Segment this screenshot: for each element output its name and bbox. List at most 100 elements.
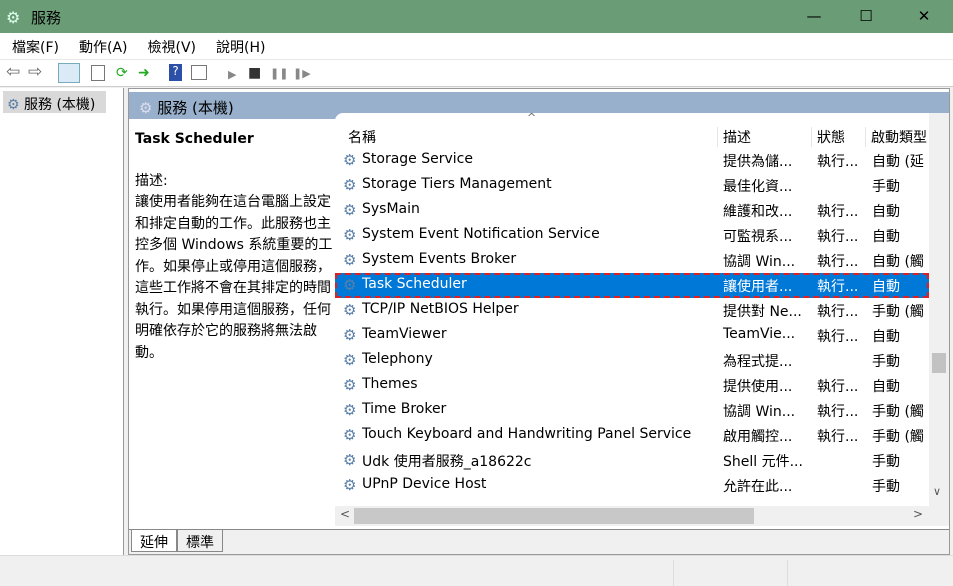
service-row[interactable]: ⚙ UPnP Device Host 允許在此... 手動 xyxy=(335,473,929,498)
service-name: Storage Service xyxy=(362,151,473,167)
service-gear-icon: ⚙ xyxy=(343,476,357,494)
sort-ascending-icon: ^ xyxy=(527,113,537,124)
service-description: 提供對 Ne... xyxy=(723,304,802,320)
service-row[interactable]: ⚙ Storage Service 提供為儲... 執行... 自動 (延 xyxy=(335,148,929,173)
service-description: 協調 Win... xyxy=(723,404,796,420)
services-list: ^ 名稱 描述 狀態 啟動類型 ⚙ Storage Service 提供為儲..… xyxy=(335,113,929,507)
forward-icon[interactable]: ⇨ xyxy=(28,62,42,82)
service-gear-icon: ⚙ xyxy=(343,176,357,194)
gear-icon: ⚙ xyxy=(7,97,20,113)
help-icon[interactable]: ? xyxy=(169,64,182,81)
status-bar xyxy=(0,555,953,586)
menu-help[interactable]: 說明(H) xyxy=(204,33,273,59)
service-row[interactable]: ⚙ Telephony 為程式提... 手動 xyxy=(335,348,929,373)
service-row[interactable]: ⚙ Touch Keyboard and Handwriting Panel S… xyxy=(335,423,929,448)
column-description[interactable]: 描述 xyxy=(717,127,751,147)
service-startup-type: 手動 (觸 xyxy=(872,429,924,445)
service-gear-icon: ⚙ xyxy=(343,301,357,319)
service-row[interactable]: ⚙ Time Broker 協調 Win... 執行... 手動 (觸 xyxy=(335,398,929,423)
service-description: 維護和改... xyxy=(723,204,793,220)
resume-service-icon[interactable]: ❚▶ xyxy=(293,67,311,80)
horizontal-scrollbar[interactable]: < > xyxy=(335,506,949,526)
service-row[interactable]: ⚙ Udk 使用者服務_a18622c Shell 元件... 手動 xyxy=(335,448,929,473)
service-description: 協調 Win... xyxy=(723,254,796,270)
service-row[interactable]: ⚙ Task Scheduler 讓使用者... 執行... 自動 xyxy=(335,273,929,298)
tab-standard[interactable]: 標準 xyxy=(177,530,223,552)
service-description: Shell 元件... xyxy=(723,454,803,470)
start-service-icon[interactable]: ▶ xyxy=(228,68,236,81)
service-status: 執行... xyxy=(817,329,859,345)
scroll-right-icon[interactable]: > xyxy=(913,507,923,521)
service-description: 最佳化資... xyxy=(723,179,793,195)
service-gear-icon: ⚙ xyxy=(343,201,357,219)
service-gear-icon: ⚙ xyxy=(343,151,357,169)
service-description: 提供使用... xyxy=(723,379,793,395)
service-startup-type: 手動 (觸 xyxy=(872,304,924,320)
menu-bar: 檔案(F) 動作(A) 檢視(V) 說明(H) xyxy=(0,33,953,59)
menu-action[interactable]: 動作(A) xyxy=(67,33,136,59)
close-button[interactable]: ✕ xyxy=(901,0,947,33)
service-startup-type: 自動 (延 xyxy=(872,154,924,170)
service-row[interactable]: ⚙ System Events Broker 協調 Win... 執行... 自… xyxy=(335,248,929,273)
description-pane: Task Scheduler 描述: 讓使用者能夠在這台電腦上設定和排定自動的工… xyxy=(135,129,335,364)
service-name: System Event Notification Service xyxy=(362,226,600,242)
service-description: 提供為儲... xyxy=(723,154,793,170)
service-startup-type: 手動 (觸 xyxy=(872,404,924,420)
service-row[interactable]: ⚙ SysMain 維護和改... 執行... 自動 xyxy=(335,198,929,223)
export-list-icon[interactable]: ➜ xyxy=(138,65,150,81)
window-title: 服務 xyxy=(31,9,62,27)
service-gear-icon: ⚙ xyxy=(343,251,357,269)
minimize-button[interactable]: — xyxy=(791,0,837,33)
service-description: 啟用觸控... xyxy=(723,429,793,445)
service-name: TeamViewer xyxy=(362,326,447,342)
stop-service-icon[interactable]: ■ xyxy=(248,65,261,81)
tree-item-services-local[interactable]: ⚙ 服務 (本機) xyxy=(3,91,106,113)
service-gear-icon: ⚙ xyxy=(343,426,357,444)
show-hide-console-tree-icon[interactable] xyxy=(58,63,80,83)
column-status[interactable]: 狀態 xyxy=(811,127,845,147)
panel-title: 服務 (本機) xyxy=(157,99,234,117)
refresh-icon[interactable]: ⟳ xyxy=(116,65,128,81)
scroll-left-icon[interactable]: < xyxy=(340,507,350,521)
service-row[interactable]: ⚙ TCP/IP NetBIOS Helper 提供對 Ne... 執行... … xyxy=(335,298,929,323)
service-row[interactable]: ⚙ Themes 提供使用... 執行... 自動 xyxy=(335,373,929,398)
service-startup-type: 自動 xyxy=(872,329,900,345)
service-row[interactable]: ⚙ TeamViewer TeamVie... 執行... 自動 xyxy=(335,323,929,348)
service-status: 執行... xyxy=(817,429,859,445)
service-name: Touch Keyboard and Handwriting Panel Ser… xyxy=(362,426,692,442)
service-name: Themes xyxy=(362,376,418,392)
service-description: 為程式提... xyxy=(723,354,793,370)
service-startup-type: 手動 xyxy=(872,454,900,470)
service-gear-icon: ⚙ xyxy=(343,276,357,294)
menu-file[interactable]: 檔案(F) xyxy=(0,33,67,59)
column-startup-type[interactable]: 啟動類型 xyxy=(865,127,927,147)
service-description: 允許在此... xyxy=(723,479,793,495)
service-startup-type: 自動 xyxy=(872,279,900,295)
vertical-scroll-thumb[interactable] xyxy=(932,353,946,373)
column-name[interactable]: 名稱 xyxy=(343,127,376,147)
menu-view[interactable]: 檢視(V) xyxy=(136,33,205,59)
service-startup-type: 自動 xyxy=(872,229,900,245)
scroll-down-icon[interactable]: ∨ xyxy=(933,485,941,498)
service-gear-icon: ⚙ xyxy=(343,351,357,369)
service-name: Telephony xyxy=(362,351,433,367)
service-row[interactable]: ⚙ System Event Notification Service 可監視系… xyxy=(335,223,929,248)
service-row[interactable]: ⚙ Storage Tiers Management 最佳化資... 手動 xyxy=(335,173,929,198)
services-panel: ⚙ 服務 (本機) Task Scheduler 描述: 讓使用者能夠在這台電腦… xyxy=(128,88,950,555)
maximize-button[interactable]: ☐ xyxy=(843,0,889,33)
pause-service-icon[interactable]: ❚❚ xyxy=(270,67,288,80)
service-name: System Events Broker xyxy=(362,251,517,267)
service-status: 執行... xyxy=(817,254,859,270)
service-status: 執行... xyxy=(817,229,859,245)
vertical-scrollbar[interactable]: ∨ xyxy=(929,113,949,507)
service-status: 執行... xyxy=(817,404,859,420)
service-name: Task Scheduler xyxy=(362,276,467,292)
properties-icon[interactable] xyxy=(91,65,105,81)
services-gear-icon: ⚙ xyxy=(6,8,21,27)
action-pane-icon[interactable] xyxy=(191,65,207,80)
view-tabs: 延伸 標準 xyxy=(129,529,949,554)
tab-extended[interactable]: 延伸 xyxy=(131,530,177,552)
horizontal-scroll-thumb[interactable] xyxy=(354,508,754,524)
back-icon[interactable]: ⇦ xyxy=(6,62,20,82)
list-header: ^ 名稱 描述 狀態 啟動類型 xyxy=(335,113,929,147)
